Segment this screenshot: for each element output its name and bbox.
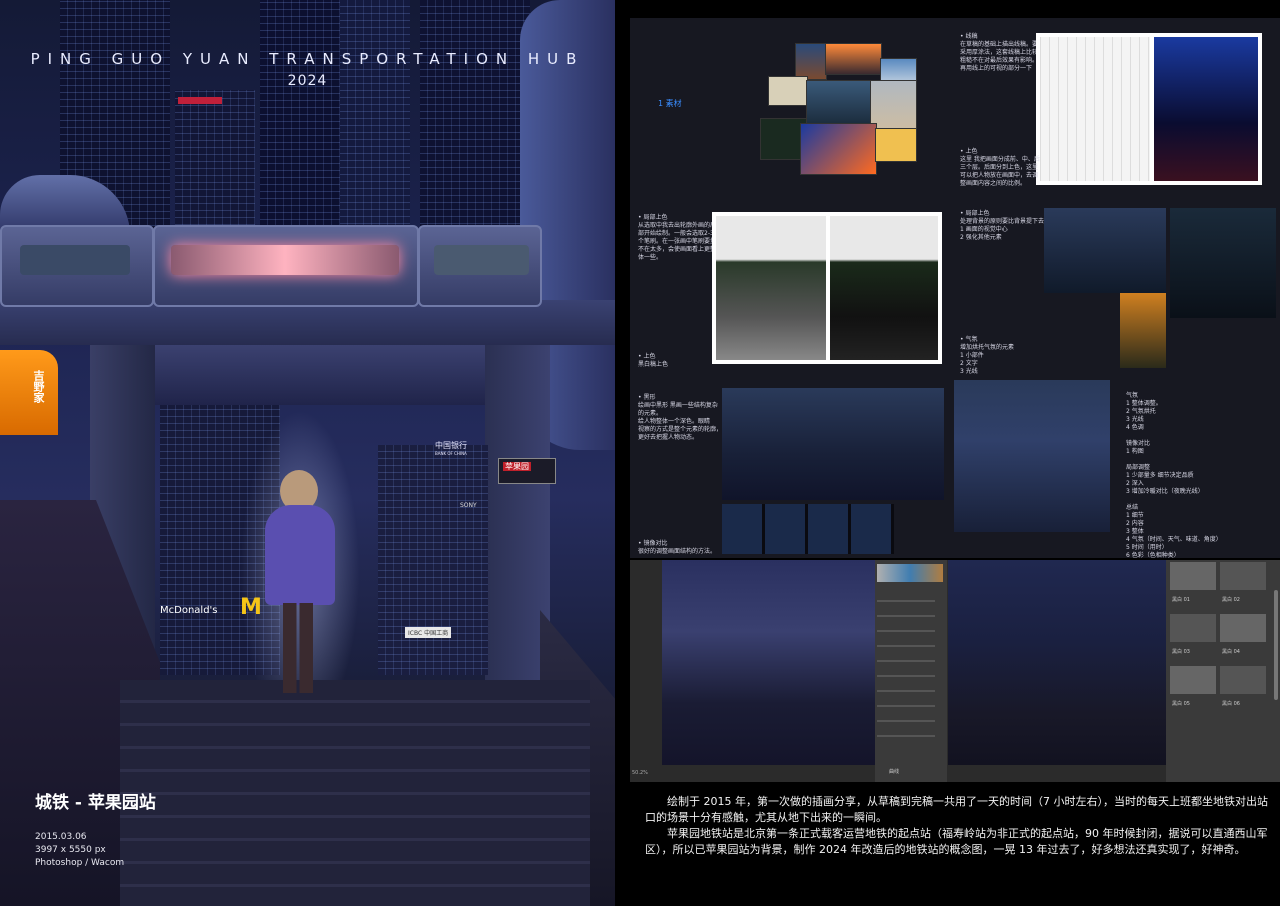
layers-panel: 黑白 01 黑白 02 黑白 03 黑白 04 黑白 05 黑白 06 xyxy=(1166,560,1280,782)
canvas-preview-left xyxy=(662,560,877,765)
local-color-detail xyxy=(1120,293,1166,368)
description: 绘制于 2015 年，第一次做的插画分享，从草稿到完稿一共用了一天的时间（7 小… xyxy=(645,794,1270,858)
atmosphere-note: • 气氛 增加烘托气氛的元素 1 小部件 2 文字 3 光线 xyxy=(960,336,1015,375)
slider[interactable] xyxy=(877,720,935,722)
mcdonalds-logo: M xyxy=(240,595,262,620)
layer-thumb[interactable] xyxy=(1220,562,1266,590)
skyscraper xyxy=(340,0,410,230)
shadow-preview xyxy=(722,388,944,500)
bank-building xyxy=(378,445,488,675)
mirror-strip xyxy=(722,504,894,554)
girl-coat xyxy=(265,505,335,605)
station-roof xyxy=(95,345,545,405)
reference-photo xyxy=(768,76,808,106)
mcdonalds-sign: McDonald's xyxy=(160,605,218,616)
girl-legs xyxy=(283,603,313,693)
layer-label: 黑白 01 xyxy=(1172,597,1190,603)
icbc-sign: ICBC 中国工商 xyxy=(405,627,452,638)
histogram xyxy=(877,564,943,582)
bank-of-china-sign: 中国银行 BANK OF CHINA xyxy=(435,440,467,456)
sony-sign: SONY xyxy=(460,502,477,509)
train-car-center xyxy=(153,225,419,307)
canvas-preview-right xyxy=(948,560,1168,765)
layer-label: 黑白 05 xyxy=(1172,701,1190,707)
slider[interactable] xyxy=(877,675,935,677)
poster-tools: Photoshop / Wacom xyxy=(35,858,125,868)
bank-sign-cn: 中国银行 xyxy=(435,441,467,450)
train-car-right xyxy=(418,225,542,307)
layer-thumb[interactable] xyxy=(1170,666,1216,694)
layer-label: 黑白 06 xyxy=(1222,701,1240,707)
pioneer-sign xyxy=(178,97,222,104)
slider[interactable] xyxy=(877,630,935,632)
slider[interactable] xyxy=(877,645,935,647)
color-block-in xyxy=(1154,37,1258,181)
poster-date: 2015.03.06 xyxy=(35,832,87,842)
layer-thumb[interactable] xyxy=(1170,614,1216,642)
stairs xyxy=(120,680,590,906)
train-window-lit xyxy=(171,245,399,275)
poster-caption: 城铁 - 苹果园站 xyxy=(35,793,156,813)
mirror-note: • 镜像对比 很好的调整画面结构的方法。 xyxy=(638,540,717,555)
station-sign-text: 苹果园 xyxy=(503,462,531,471)
skyscraper xyxy=(420,0,530,230)
scrollbar[interactable] xyxy=(1274,590,1278,700)
photoshop-window: 曲线 50.2% 黑白 01 黑白 02 黑白 03 黑白 04 黑白 05 黑… xyxy=(630,560,1280,782)
lineart-note: • 线稿 在草稿的基础上描出线稿。要 采用厚涂法，这套线稿上比较 粗糙不在对最后… xyxy=(960,33,1039,72)
poster-artwork: 中国银行 BANK OF CHINA SONY 苹果园 McDonald's M… xyxy=(0,0,615,906)
description-para-2: 苹果园地铁站是北京第一条正式载客运营地铁的起点站（福寿岭站为非正式的起点站，90… xyxy=(645,827,1268,856)
shadow-note: • 黑形 绘画中黑形 黑画一些结构复杂 的元素。 给人物整体一个深色。眼睛 视察… xyxy=(638,394,723,441)
slider[interactable] xyxy=(877,615,935,617)
slider[interactable] xyxy=(877,705,935,707)
train-car-left xyxy=(0,225,154,307)
description-para-1: 绘制于 2015 年，第一次做的插画分享，从草稿到完稿一共用了一天的时间（7 小… xyxy=(645,795,1268,824)
adjustments-panel: 曲线 xyxy=(875,560,947,782)
reference-photo xyxy=(795,43,827,80)
slider[interactable] xyxy=(877,735,935,737)
process-panel: 1 素材 • 线稿 在草稿的基础上描出线稿。要 采用厚涂法，这套线稿上比较 粗糙… xyxy=(630,18,1280,559)
lineart-sketch xyxy=(1040,37,1150,181)
layer-thumb[interactable] xyxy=(1170,562,1216,590)
station-name-sign: 苹果园 xyxy=(498,458,556,484)
train-window xyxy=(20,245,130,275)
poster-year: 2024 xyxy=(287,73,328,89)
local-color-note: • 局部上色 从选取中我去出轮廓外画的局 部开始绘制。一般会选取2-3 个笔刷。… xyxy=(638,214,717,261)
store-sign-text: 吉野家 xyxy=(32,370,45,403)
adjust-list: 气氛 1 整体调整。 2 气氛烘托 3 光线 4 色调 镜像对比 1 构图 局部… xyxy=(1126,392,1222,559)
poster-size: 3997 x 5550 px xyxy=(35,845,106,855)
storefront-sign: 吉野家 xyxy=(0,350,58,435)
atmosphere-preview xyxy=(954,380,1110,532)
train-window xyxy=(434,245,529,275)
poster-title: PING GUO YUAN TRANSPORTATION HUB xyxy=(30,50,585,68)
slider[interactable] xyxy=(877,690,935,692)
layer-thumb[interactable] xyxy=(1220,666,1266,694)
layer-label: 黑白 04 xyxy=(1222,649,1240,655)
panel-title: 曲线 xyxy=(889,769,900,775)
base-color-note: • 上色 黑白稿上色 xyxy=(638,353,669,368)
reference-photo xyxy=(875,128,917,162)
local-color-preview xyxy=(1170,208,1276,318)
grayscale-pass-2 xyxy=(830,216,938,360)
zoom-level: 50.2% xyxy=(632,770,648,776)
bank-sign-en: BANK OF CHINA xyxy=(435,451,467,456)
layer-label: 黑白 02 xyxy=(1222,597,1240,603)
local-color-note-2: • 局部上色 处理背景的原则要比背景提下去。 1 画面的视觉中心 2 强化其他元… xyxy=(960,210,1051,241)
skyscraper xyxy=(260,0,350,240)
layer-thumb[interactable] xyxy=(1220,614,1266,642)
reference-photo xyxy=(800,123,877,175)
layer-label: 黑白 03 xyxy=(1172,649,1190,655)
slider[interactable] xyxy=(877,660,935,662)
grayscale-pass-1 xyxy=(716,216,826,360)
color-note: • 上色 这里 我把画面分成前、中、后 三个层。后面分到上色，这里 可以把人物放… xyxy=(960,148,1040,187)
reference-photo xyxy=(825,43,882,75)
reference-photo xyxy=(806,80,878,127)
local-color-preview xyxy=(1044,208,1166,293)
slider[interactable] xyxy=(877,600,935,602)
step1-label: 1 素材 xyxy=(658,99,682,108)
